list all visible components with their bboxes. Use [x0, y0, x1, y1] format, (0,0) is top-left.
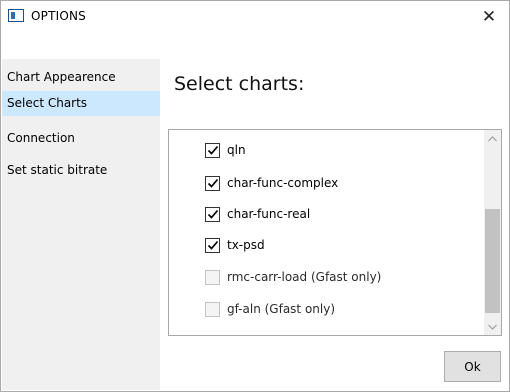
sidebar-item-connection[interactable]: Connection [2, 126, 160, 151]
list-item-gf-aln: gf-aln (Gfast only) [205, 299, 335, 319]
sidebar-item-label: Connection [7, 131, 75, 145]
list-item-label: tx-psd [227, 238, 265, 252]
checkmark-icon [207, 209, 218, 219]
list-item-tx-psd[interactable]: tx-psd [205, 235, 265, 255]
list-item-label: rmc-carr-load (Gfast only) [227, 270, 382, 284]
chevron-up-icon [488, 135, 497, 141]
scroll-up-button[interactable] [484, 130, 501, 147]
char-func-real-checkbox[interactable] [205, 206, 220, 222]
sidebar-item-select-charts[interactable]: Select Charts [2, 91, 160, 116]
list-item-label: char-func-complex [227, 176, 339, 190]
chart-selection-list[interactable]: qln char-func-complex char-func-real tx-… [168, 129, 502, 336]
checkmark-icon [207, 178, 218, 188]
list-item-label: gf-aln (Gfast only) [227, 302, 336, 316]
ok-button[interactable]: Ok [444, 351, 501, 382]
list-item-char-func-complex[interactable]: char-func-complex [205, 173, 338, 193]
tx-psd-checkbox[interactable] [205, 237, 220, 253]
qln-checkbox[interactable] [205, 142, 220, 158]
scroll-thumb[interactable] [485, 209, 500, 313]
rmc-carr-load-checkbox [205, 269, 220, 285]
sidebar-item-set-static-bitrate[interactable]: Set static bitrate [2, 158, 160, 183]
window-app-icon [8, 9, 24, 22]
window-title: OPTIONS [31, 9, 86, 23]
close-button[interactable]: ✕ [469, 1, 509, 32]
sidebar-item-label: Set static bitrate [7, 163, 108, 177]
sidebar-item-label: Select Charts [7, 96, 88, 110]
close-icon: ✕ [481, 6, 497, 27]
scroll-down-button[interactable] [484, 318, 501, 335]
page-title: Select charts: [174, 73, 305, 95]
sidebar-item-label: Chart Appearence [7, 70, 116, 84]
list-item-label: qln [227, 143, 246, 157]
list-item-label: char-func-real [227, 207, 311, 221]
list-item-rmc-carr-load: rmc-carr-load (Gfast only) [205, 267, 381, 287]
sidebar-nav: Chart Appearence Select Charts Connectio… [2, 59, 160, 390]
checkmark-icon [207, 240, 218, 250]
checkmark-icon [207, 145, 218, 155]
gf-aln-checkbox [205, 301, 220, 317]
sidebar-item-chart-appearence[interactable]: Chart Appearence [2, 65, 160, 90]
title-bar: OPTIONS ✕ [1, 1, 509, 32]
chevron-down-icon [488, 324, 497, 330]
vertical-scrollbar[interactable] [484, 130, 501, 335]
options-dialog: OPTIONS ✕ Chart Appearence Select Charts… [0, 0, 510, 392]
char-func-complex-checkbox[interactable] [205, 175, 220, 191]
list-item-char-func-real[interactable]: char-func-real [205, 204, 310, 224]
list-item-qln[interactable]: qln [205, 140, 246, 160]
